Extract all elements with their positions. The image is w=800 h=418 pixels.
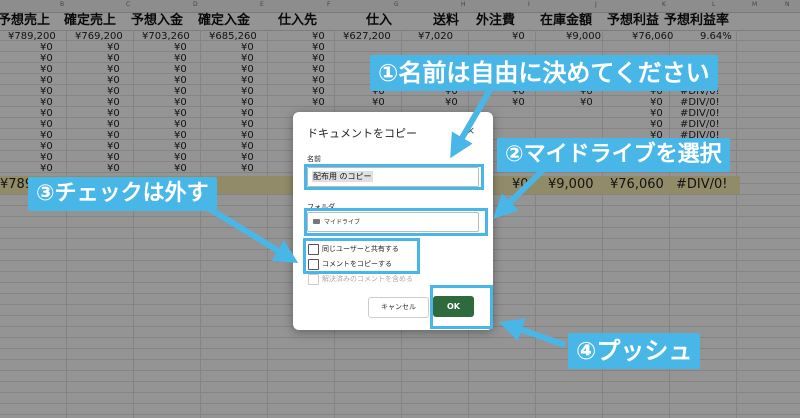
callout-ok: ④プッシュ — [568, 333, 701, 369]
callout-folder: ②マイドライブを選択 — [497, 138, 730, 172]
arrow-to-ok-button — [498, 318, 566, 348]
callout-name: ①名前は自由に決めてください — [370, 55, 718, 91]
arrow-to-name-field — [450, 88, 493, 159]
arrow-to-folder-field — [493, 165, 548, 219]
callout-checkbox: ③チェックは外す — [28, 177, 217, 211]
